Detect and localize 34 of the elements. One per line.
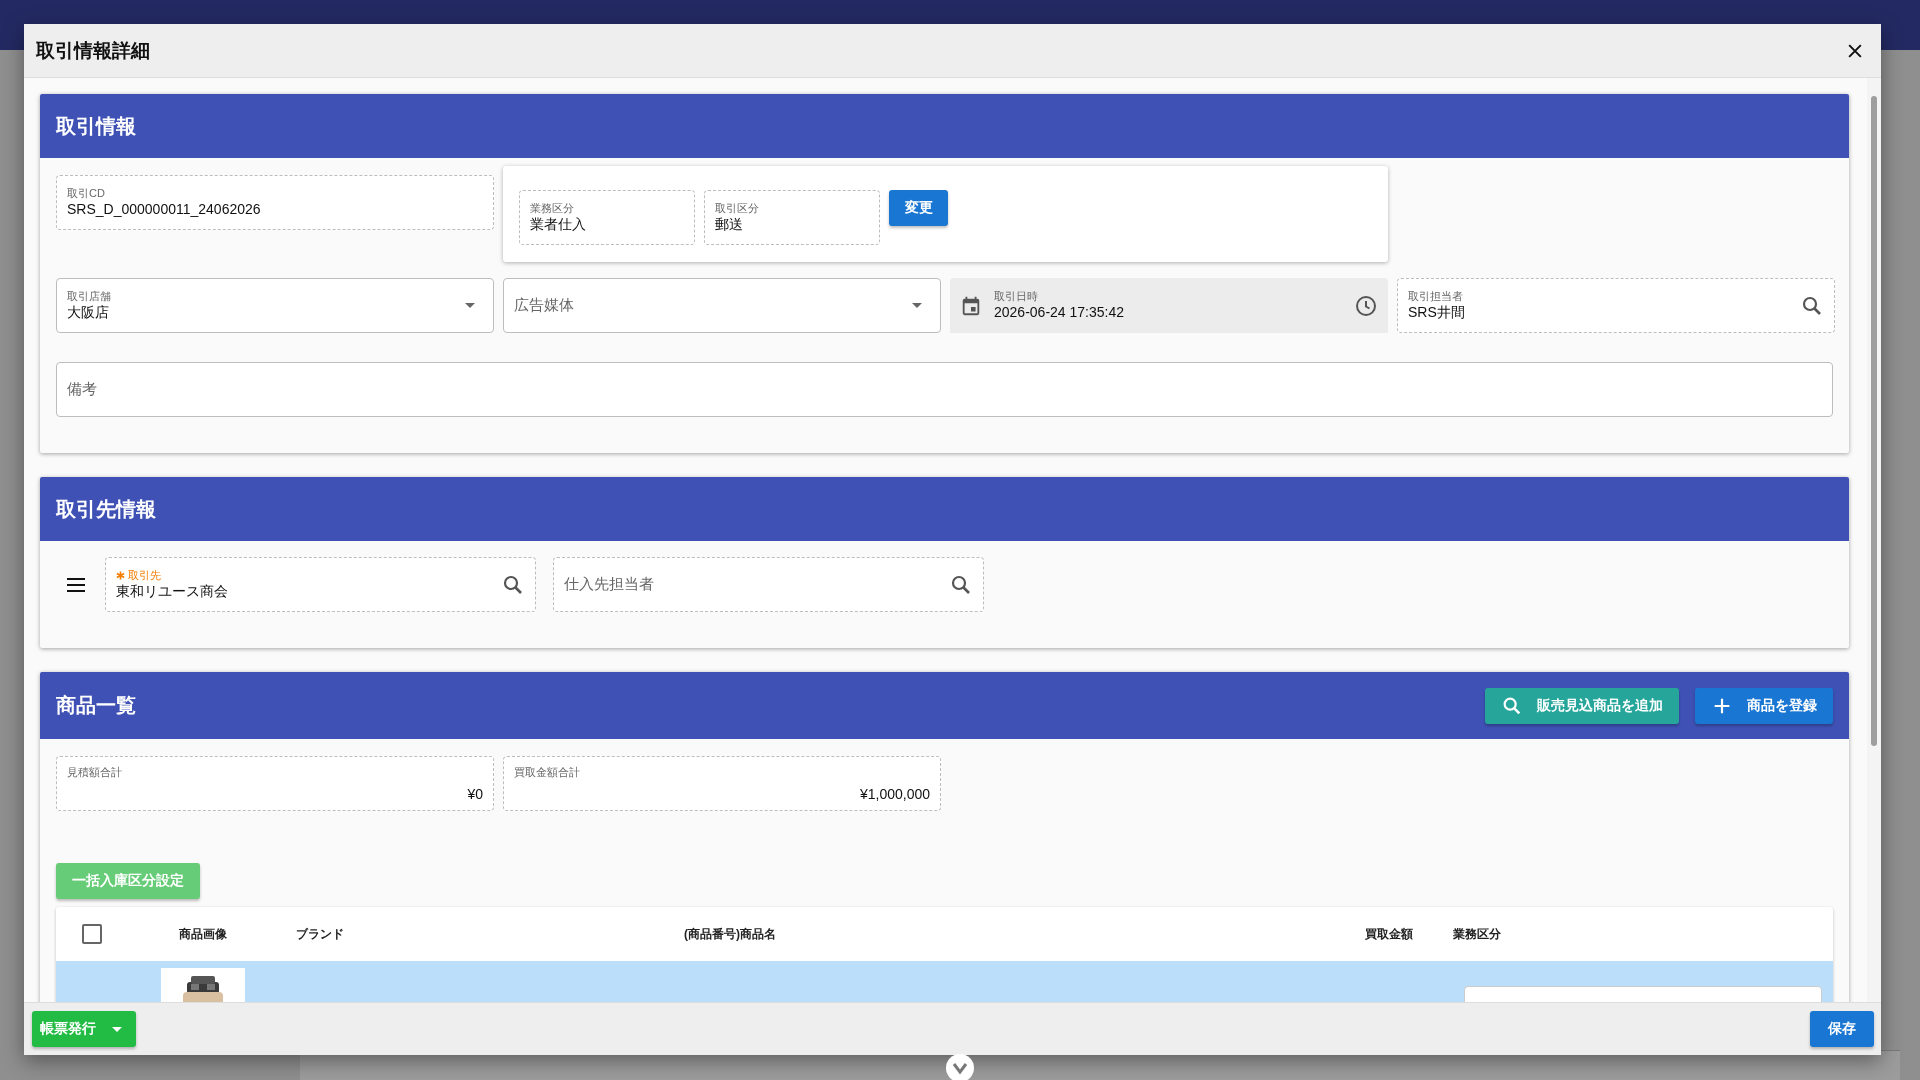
note-field[interactable]: 備考: [56, 362, 1833, 417]
section-title: 取引先情報: [56, 496, 156, 522]
ad-media-select[interactable]: 広告媒体: [503, 278, 941, 333]
caret-icon: [112, 1026, 122, 1032]
dialog-title: 取引情報詳細: [36, 38, 150, 63]
contact-field[interactable]: 仕入先担当者: [553, 557, 984, 612]
transaction-type-field[interactable]: 取引区分 郵送: [704, 190, 880, 245]
select-all-checkbox[interactable]: [82, 924, 102, 944]
change-button[interactable]: 変更: [889, 190, 948, 226]
column-header: (商品番号)商品名: [683, 925, 777, 943]
dropdown-icon: [465, 303, 475, 308]
total-field: 買取金額合計 ¥1,000,000: [503, 756, 941, 811]
total-field: 見積額合計 ¥0: [56, 756, 494, 811]
column-header: 業務区分: [1453, 925, 1502, 943]
field-label: 取引先: [116, 568, 228, 582]
scrollbar[interactable]: [1867, 78, 1881, 1002]
code-field[interactable]: 取引CD SRS_D_000000011_24062026: [56, 175, 494, 230]
chevron-down-icon[interactable]: [945, 1053, 975, 1080]
section-title: 取引情報: [56, 113, 136, 139]
partner-field[interactable]: 取引先 東和リユース商会: [105, 557, 536, 612]
staff-field[interactable]: 取引担当者 SRS井間: [1397, 278, 1835, 333]
clock-icon[interactable]: [1354, 293, 1378, 318]
column-header: 商品画像: [178, 925, 228, 943]
business-type-field[interactable]: 業務区分 業者仕入: [519, 190, 695, 245]
column-header: ブランド: [295, 925, 345, 943]
column-header: 買取金額: [1365, 925, 1414, 943]
section-title: 商品一覧: [56, 693, 136, 718]
calendar-icon: [960, 294, 982, 317]
register-button[interactable]: 商品を登録: [1695, 687, 1833, 724]
required-icon: [116, 570, 125, 580]
store-select[interactable]: 取引店舗 大阪店: [56, 278, 494, 333]
dropdown-icon: [912, 303, 922, 308]
save-button[interactable]: 保存: [1810, 1011, 1874, 1047]
datetime-field[interactable]: 取引日時 2026-06-24 17:35:42: [950, 278, 1388, 333]
